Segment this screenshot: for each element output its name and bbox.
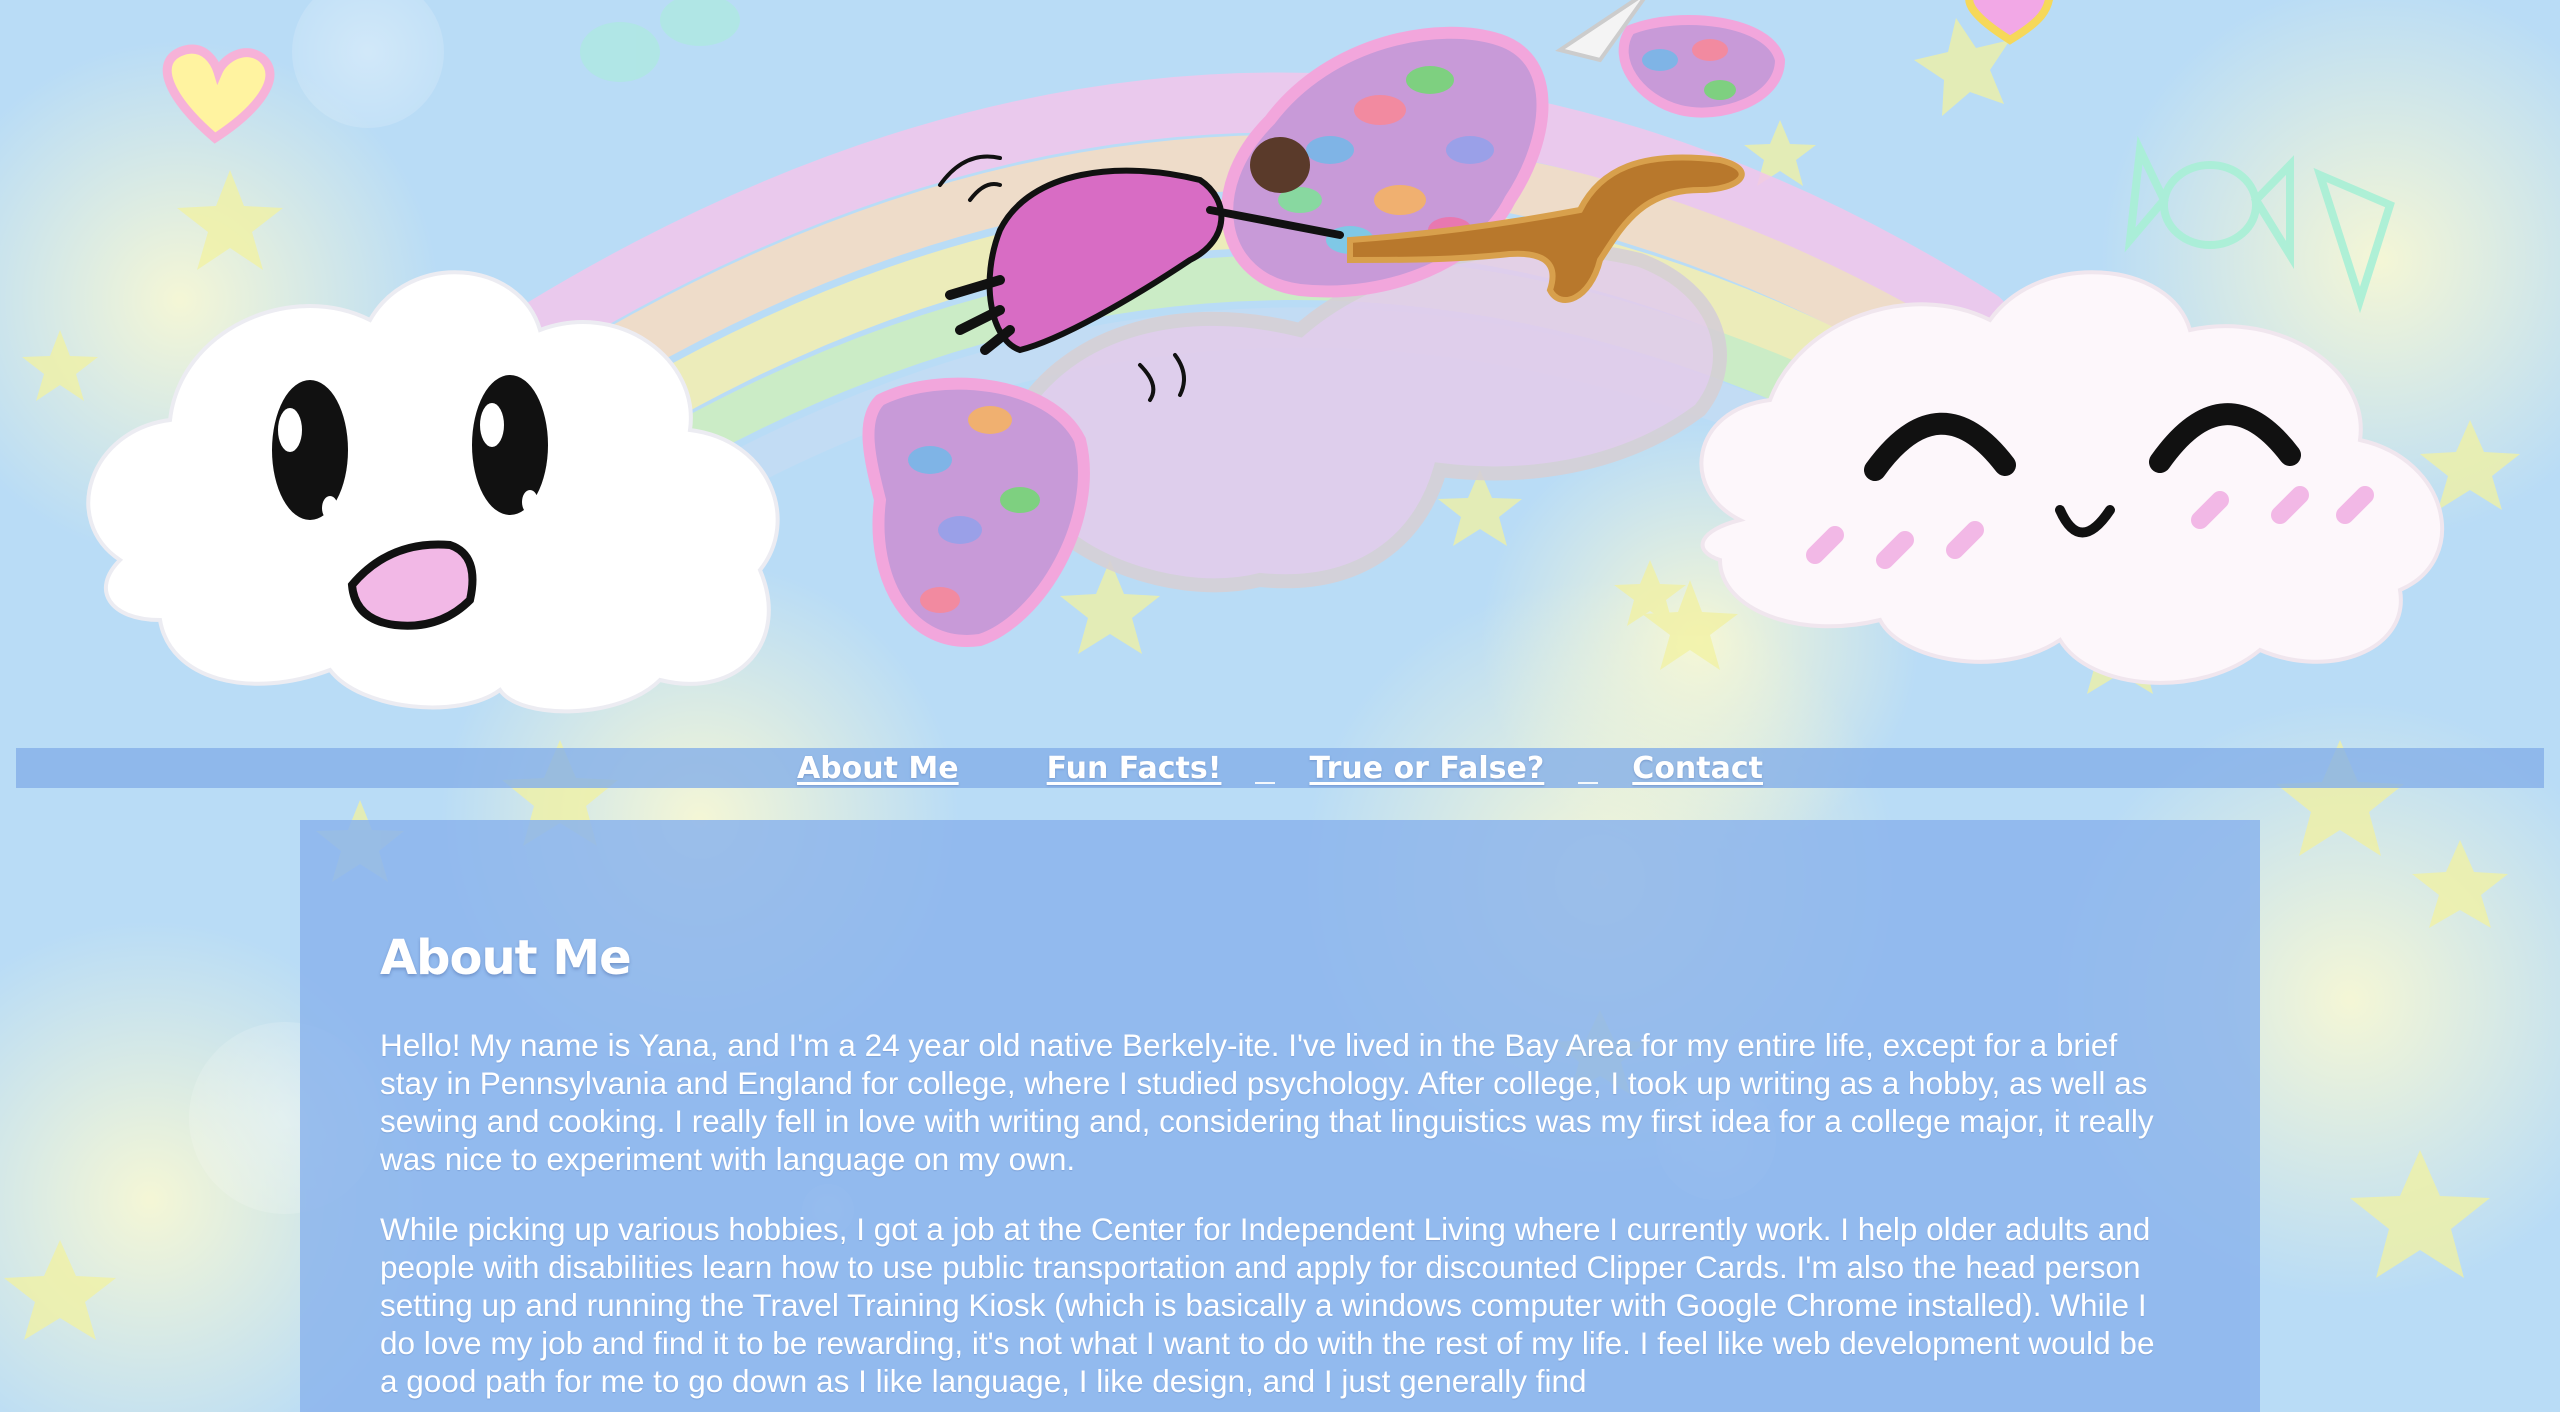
nav-spacer [959, 767, 1047, 769]
page-title: About Me [380, 930, 632, 986]
nav-true-or-false-link[interactable]: True or False? [1309, 751, 1544, 786]
nav-about-me-link[interactable]: About Me [797, 751, 959, 786]
nav-fun-facts-link[interactable]: Fun Facts! [1047, 751, 1222, 786]
about-paragraph-2: While picking up various hobbies, I got … [380, 1211, 2155, 1399]
nav-contact-link[interactable]: Contact [1632, 751, 1763, 786]
nav-spacer [1255, 780, 1276, 784]
nav-bar: About Me Fun Facts! True or False? Conta… [16, 748, 2544, 788]
about-me-panel: About Me Hello! My name is Yana, and I'm… [300, 820, 2260, 1412]
about-paragraph-1: Hello! My name is Yana, and I'm a 24 yea… [380, 1027, 2154, 1177]
nav-spacer [1578, 780, 1599, 784]
